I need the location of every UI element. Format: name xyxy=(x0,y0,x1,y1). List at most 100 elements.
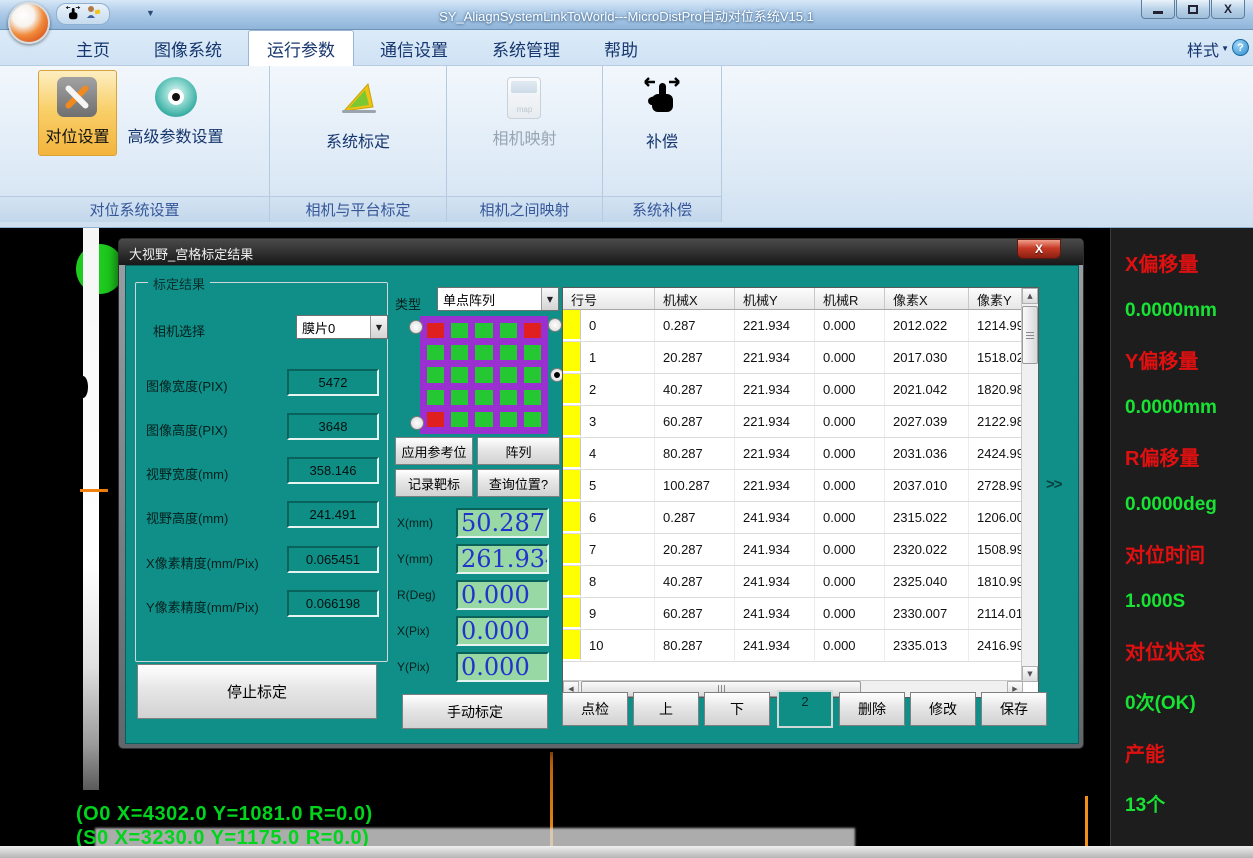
grid-square xyxy=(451,367,468,382)
table-row[interactable]: 120.287221.9340.0002017.0301518.021 xyxy=(563,342,1023,374)
row-marker-cell[interactable] xyxy=(563,534,581,565)
table-row[interactable]: 60.287241.9340.0002315.0221206.007 xyxy=(563,502,1023,534)
header-pixel-x[interactable]: 像素X xyxy=(885,288,969,309)
save-button[interactable]: 保存 xyxy=(981,692,1047,726)
stop-calibration-button[interactable]: 停止标定 xyxy=(137,664,377,719)
quick-access-toolbar xyxy=(56,3,110,25)
header-mech-y[interactable]: 机械Y xyxy=(735,288,815,309)
row-marker-cell[interactable] xyxy=(563,630,581,661)
cell-pixel-y: 1508.990 xyxy=(969,534,1023,565)
grid-radio-bottom-left[interactable] xyxy=(410,416,424,430)
dialog-title-bar[interactable]: 大视野_宫格标定结果 X xyxy=(119,239,1083,265)
table-row[interactable]: 360.287221.9340.0002027.0392122.984 xyxy=(563,406,1023,438)
vertical-scroll-thumb[interactable] xyxy=(1022,306,1038,364)
record-target-button[interactable]: 记录靶标 xyxy=(395,469,473,497)
qat-dropdown-caret[interactable]: ▼ xyxy=(146,8,155,18)
tab-run-parameters[interactable]: 运行参数 xyxy=(248,30,354,66)
row-number-input[interactable]: 2 xyxy=(777,690,833,728)
tab-communication[interactable]: 通信设置 xyxy=(362,30,466,66)
scroll-down-icon[interactable]: ▼ xyxy=(1022,666,1038,682)
table-row[interactable]: 840.287241.9340.0002325.0401810.994 xyxy=(563,566,1023,598)
field-value-x-pixel-precision: 0.065451 xyxy=(287,546,379,573)
scroll-up-icon[interactable]: ▲ xyxy=(1022,288,1038,304)
field-value-y-pixel-precision: 0.066198 xyxy=(287,590,379,617)
row-marker-cell[interactable] xyxy=(563,438,581,469)
row-marker-cell[interactable] xyxy=(563,470,581,501)
camera-mapping-button[interactable]: 相机映射 xyxy=(485,70,563,158)
header-row-number[interactable]: 行号 xyxy=(563,288,655,309)
table-row[interactable]: 5100.287221.9340.0002037.0102728.993 xyxy=(563,470,1023,502)
style-menu-caret[interactable]: ▼ xyxy=(1221,44,1229,53)
delete-button[interactable]: 删除 xyxy=(839,692,905,726)
table-row[interactable]: 480.287221.9340.0002031.0362424.993 xyxy=(563,438,1023,470)
field-label-x-pixel-precision: X像素精度(mm/Pix) xyxy=(146,553,259,572)
table-row[interactable]: 240.287221.9340.0002021.0421820.988 xyxy=(563,374,1023,406)
cell-pixel-x: 2021.042 xyxy=(885,374,969,405)
row-marker-cell[interactable] xyxy=(563,374,581,405)
modify-button[interactable]: 修改 xyxy=(910,692,976,726)
group-label-alignment-system: 对位系统设置 xyxy=(0,196,269,222)
tab-system-management[interactable]: 系统管理 xyxy=(474,30,578,66)
cell-mech-y: 221.934 xyxy=(735,374,815,405)
group-label-camera-platform: 相机与平台标定 xyxy=(270,196,446,222)
header-mech-r[interactable]: 机械R xyxy=(815,288,885,309)
calibration-result-dialog: 大视野_宫格标定结果 X 标定结果 相机选择 膜片0 ▼ 图像宽度(PIX) 5… xyxy=(118,238,1084,749)
help-icon[interactable]: ? xyxy=(1232,39,1249,56)
tab-image-system[interactable]: 图像系统 xyxy=(136,30,240,66)
header-mech-x[interactable]: 机械X xyxy=(655,288,735,309)
apply-reference-button[interactable]: 应用参考位 xyxy=(395,437,473,465)
grid-square xyxy=(451,323,468,338)
hand-tool-icon[interactable] xyxy=(65,6,81,22)
calibration-icon xyxy=(336,77,380,122)
camera-mapping-label: 相机映射 xyxy=(492,125,556,149)
alignment-settings-label: 对位设置 xyxy=(45,123,109,147)
compensation-button[interactable]: 补偿 xyxy=(635,70,689,161)
grid-square xyxy=(451,390,468,405)
close-button[interactable]: X xyxy=(1211,0,1245,19)
advanced-parameters-button[interactable]: 高级参数设置 xyxy=(121,70,231,156)
cell-pixel-y: 2122.984 xyxy=(969,406,1023,437)
row-marker-cell[interactable] xyxy=(563,502,581,533)
bottom-edge-strip xyxy=(0,846,1253,858)
field-value-image-width: 5472 xyxy=(287,369,379,396)
maximize-button[interactable] xyxy=(1176,0,1210,19)
status-label-align-time: 对位时间 xyxy=(1125,539,1253,568)
grid-radio-top-right[interactable] xyxy=(548,318,562,332)
row-marker-cell[interactable] xyxy=(563,310,581,341)
row-down-button[interactable]: 下 xyxy=(704,692,770,726)
query-position-button[interactable]: 查询位置? xyxy=(477,469,560,497)
style-menu[interactable]: 样式 xyxy=(1187,37,1219,61)
alignment-settings-button[interactable]: 对位设置 xyxy=(38,70,116,156)
row-marker-cell[interactable] xyxy=(563,598,581,629)
header-pixel-y[interactable]: 像素Y xyxy=(969,288,1023,309)
table-row[interactable]: 960.287241.9340.0002330.0072114.012 xyxy=(563,598,1023,630)
vertical-scrollbar[interactable]: ▲ ▼ xyxy=(1021,288,1038,682)
array-button[interactable]: 阵列 xyxy=(477,437,560,465)
type-dropdown[interactable]: 单点阵列 ▼ xyxy=(437,287,559,311)
app-menu-button[interactable] xyxy=(8,2,50,44)
dialog-close-button[interactable]: X xyxy=(1017,239,1061,259)
row-marker-cell[interactable] xyxy=(563,566,581,597)
table-row[interactable]: 00.287221.9340.0002012.0221214.993 xyxy=(563,310,1023,342)
user-announce-icon[interactable] xyxy=(85,4,101,25)
chevron-down-icon[interactable]: ▼ xyxy=(370,316,387,338)
table-row[interactable]: 720.287241.9340.0002320.0221508.990 xyxy=(563,534,1023,566)
minimize-button[interactable] xyxy=(1141,0,1175,19)
tools-icon xyxy=(57,77,97,117)
chevron-down-icon[interactable]: ▼ xyxy=(541,288,558,310)
grid-radio-top-left[interactable] xyxy=(409,320,423,334)
table-row[interactable]: 1080.287241.9340.0002335.0132416.997 xyxy=(563,630,1023,662)
row-marker-cell[interactable] xyxy=(563,406,581,437)
tab-help[interactable]: 帮助 xyxy=(586,30,656,66)
system-calibration-button[interactable]: 系统标定 xyxy=(319,70,397,161)
row-marker-cell[interactable] xyxy=(563,342,581,373)
panel-expander[interactable]: >> xyxy=(1046,476,1062,493)
grid-square xyxy=(427,345,444,360)
camera-select-dropdown[interactable]: 膜片0 ▼ xyxy=(296,315,388,339)
manual-calibration-button[interactable]: 手动标定 xyxy=(402,694,548,729)
tab-home[interactable]: 主页 xyxy=(58,30,128,66)
grid-square xyxy=(451,345,468,360)
row-up-button[interactable]: 上 xyxy=(633,692,699,726)
status-value-x-offset: 0.0000mm xyxy=(1125,300,1253,322)
spot-check-button[interactable]: 点检 xyxy=(562,692,628,726)
